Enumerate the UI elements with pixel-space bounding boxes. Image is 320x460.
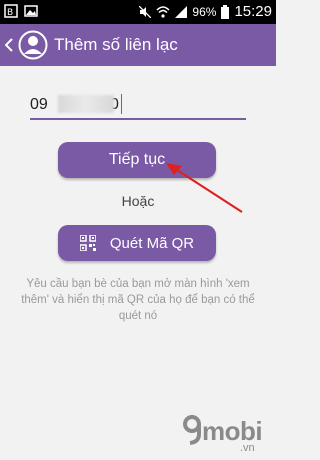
clock: 15:29	[234, 3, 272, 20]
watermark-domain: .vn	[240, 442, 255, 454]
phone-prefix: 09	[30, 96, 48, 113]
qr-help-text: Yêu cầu bạn bè của bạn mở màn hình 'xem …	[21, 278, 255, 322]
annotation-arrow-icon	[166, 163, 243, 213]
notification-icons: B	[4, 4, 38, 18]
wifi-icon	[156, 5, 170, 18]
battery-percent: 96%	[192, 4, 217, 19]
contact-avatar-icon	[18, 30, 48, 60]
notification-badge-icon: B	[4, 4, 18, 18]
mute-icon	[139, 5, 152, 18]
signal-icon	[175, 5, 188, 18]
back-button[interactable]	[2, 24, 16, 66]
status-bar: B 96% 15:29	[0, 0, 276, 24]
redacted-digits	[58, 95, 114, 113]
scan-qr-label: Quét Mã QR	[109, 234, 195, 252]
text-cursor	[121, 94, 122, 114]
app-bar: Thêm số liên lạc	[0, 24, 276, 66]
gallery-icon	[24, 5, 38, 17]
watermark-logo: mobi .vn	[178, 415, 274, 456]
qr-code-icon	[79, 235, 96, 251]
or-label: Hoặc	[121, 193, 155, 209]
chevron-left-icon	[5, 38, 13, 52]
battery-icon	[221, 4, 230, 19]
scan-qr-button[interactable]: Quét Mã QR	[58, 225, 216, 261]
continue-label: Tiếp tục	[108, 151, 166, 168]
svg-text:B: B	[7, 8, 13, 18]
page-title: Thêm số liên lạc	[54, 35, 178, 54]
system-icons: 96% 15:29	[139, 3, 272, 20]
